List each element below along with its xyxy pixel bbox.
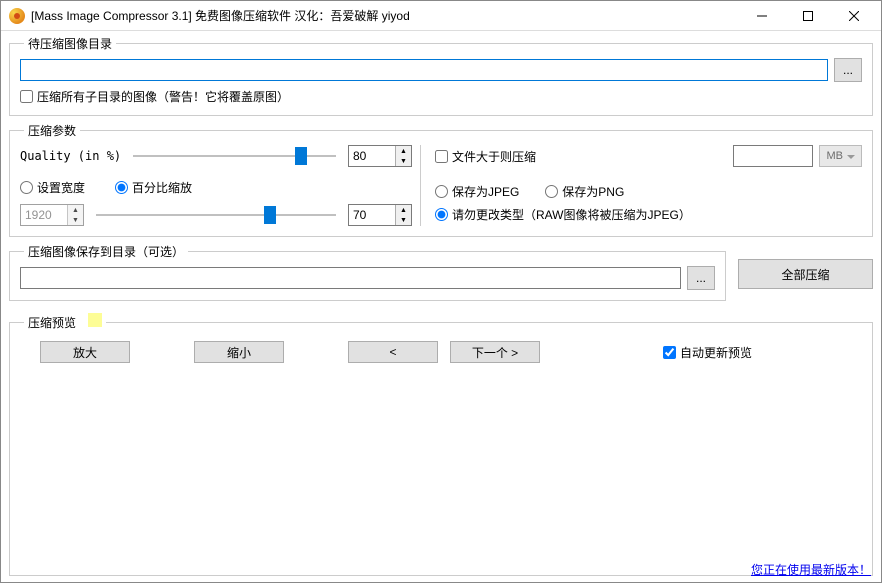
cursor-artifact <box>88 313 102 327</box>
output-path-input[interactable] <box>20 267 681 289</box>
save-png-radio-label[interactable]: 保存为PNG <box>545 183 624 200</box>
close-button[interactable] <box>831 1 877 31</box>
scale-radio-text: 百分比缩放 <box>132 179 192 196</box>
client-area: 待压缩图像目录 ... 压缩所有子目录的图像（警告！它将覆盖原图） 压缩参数 Q… <box>1 31 881 582</box>
recurse-text: 压缩所有子目录的图像（警告！它将覆盖原图） <box>37 88 289 105</box>
zoom-in-button[interactable]: 放大 <box>40 341 130 363</box>
save-png-text: 保存为PNG <box>562 183 624 200</box>
quality-up[interactable]: ▲ <box>396 146 411 156</box>
size-unit-select: MB <box>819 145 863 167</box>
width-radio-text: 设置宽度 <box>37 179 85 196</box>
source-fieldset: 待压缩图像目录 ... 压缩所有子目录的图像（警告！它将覆盖原图） <box>9 35 873 116</box>
output-legend: 压缩图像保存到目录（可选） <box>24 243 188 260</box>
scale-spinner[interactable]: ▲▼ <box>348 204 412 226</box>
width-spinner[interactable]: ▲▼ <box>20 204 84 226</box>
titlebar: [Mass Image Compressor 3.1] 免费图像压缩软件 汉化：… <box>1 1 881 31</box>
scale-radio[interactable] <box>115 181 128 194</box>
preview-legend: 压缩预览 <box>24 313 106 331</box>
minimize-button[interactable] <box>739 1 785 31</box>
scale-slider[interactable] <box>96 204 336 226</box>
zoom-out-button[interactable]: 缩小 <box>194 341 284 363</box>
save-keep-radio-label[interactable]: 请勿更改类型（RAW图像将被压缩为JPEG） <box>435 206 691 223</box>
recurse-checkbox[interactable] <box>20 90 33 103</box>
version-link[interactable]: 您正在使用最新版本！ <box>751 561 871 578</box>
auto-preview-text: 自动更新预览 <box>680 344 752 361</box>
window-title: [Mass Image Compressor 3.1] 免费图像压缩软件 汉化：… <box>31 7 739 24</box>
output-fieldset: 压缩图像保存到目录（可选） ... <box>9 243 726 301</box>
next-image-button[interactable]: 下一个 > <box>450 341 540 363</box>
app-icon <box>9 8 25 24</box>
params-fieldset: 压缩参数 Quality (in %) ▲▼ <box>9 122 873 237</box>
quality-slider[interactable] <box>133 145 336 167</box>
auto-preview-checkbox-label[interactable]: 自动更新预览 <box>663 344 842 361</box>
size-gate-text: 文件大于则压缩 <box>452 148 536 165</box>
save-keep-text: 请勿更改类型（RAW图像将被压缩为JPEG） <box>452 206 691 223</box>
auto-preview-checkbox[interactable] <box>663 346 676 359</box>
width-radio[interactable] <box>20 181 33 194</box>
source-path-input[interactable] <box>20 59 828 81</box>
width-up[interactable]: ▲ <box>68 205 83 215</box>
size-gate-checkbox[interactable] <box>435 150 448 163</box>
width-radio-label[interactable]: 设置宽度 <box>20 179 85 196</box>
preview-canvas <box>20 369 862 565</box>
size-gate-value-input <box>733 145 813 167</box>
save-png-radio[interactable] <box>545 185 558 198</box>
width-down[interactable]: ▼ <box>68 215 83 225</box>
quality-label: Quality (in %) <box>20 149 121 163</box>
size-gate-checkbox-label[interactable]: 文件大于则压缩 <box>435 148 536 165</box>
quality-down[interactable]: ▼ <box>396 156 411 166</box>
params-legend: 压缩参数 <box>24 122 80 139</box>
scale-up[interactable]: ▲ <box>396 205 411 215</box>
save-jpeg-radio-label[interactable]: 保存为JPEG <box>435 183 519 200</box>
save-jpeg-text: 保存为JPEG <box>452 183 519 200</box>
output-browse-button[interactable]: ... <box>687 266 715 290</box>
width-value-input[interactable] <box>21 205 67 225</box>
save-keep-radio[interactable] <box>435 208 448 221</box>
scale-radio-label[interactable]: 百分比缩放 <box>115 179 192 196</box>
quality-value-input[interactable] <box>349 146 395 166</box>
recurse-checkbox-label[interactable]: 压缩所有子目录的图像（警告！它将覆盖原图） <box>20 88 289 105</box>
compress-all-button[interactable]: 全部压缩 <box>738 259 873 289</box>
scale-value-input[interactable] <box>349 205 395 225</box>
scale-down[interactable]: ▼ <box>396 215 411 225</box>
maximize-button[interactable] <box>785 1 831 31</box>
save-jpeg-radio[interactable] <box>435 185 448 198</box>
source-browse-button[interactable]: ... <box>834 58 862 82</box>
app-window: [Mass Image Compressor 3.1] 免费图像压缩软件 汉化：… <box>0 0 882 583</box>
quality-spinner[interactable]: ▲▼ <box>348 145 412 167</box>
window-controls <box>739 1 877 31</box>
preview-fieldset: 压缩预览 放大 缩小 < 下一个 > 自动更新预览 <box>9 313 873 576</box>
prev-image-button[interactable]: < <box>348 341 438 363</box>
source-legend: 待压缩图像目录 <box>24 35 116 52</box>
